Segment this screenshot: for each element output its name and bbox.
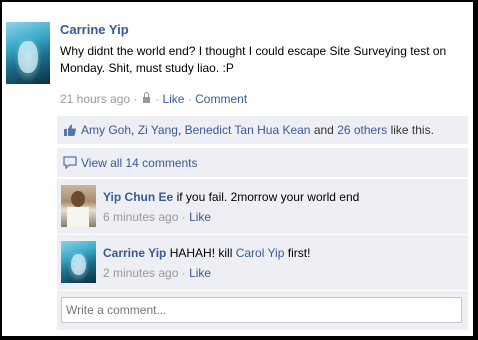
post-text: Why didnt the world end? I thought I cou… xyxy=(60,44,447,75)
like-link[interactable]: Like xyxy=(162,92,184,106)
meta-separator: · xyxy=(133,92,138,106)
privacy-lock-icon[interactable] xyxy=(142,92,150,103)
post-timestamp[interactable]: 21 hours ago xyxy=(60,92,130,106)
comment-link[interactable]: Comment xyxy=(195,92,247,106)
meta-separator: · xyxy=(187,92,192,106)
write-comment-input[interactable] xyxy=(61,297,462,323)
view-all-comments-row[interactable]: View all 14 comments xyxy=(57,147,468,177)
comment-text: first! xyxy=(284,246,311,260)
facebook-post: Carrine Yip Why didnt the world end? I t… xyxy=(1,1,474,337)
comment-like-link[interactable]: Like xyxy=(189,266,211,280)
comment-bubble-icon xyxy=(63,156,77,169)
liker-link[interactable]: Amy Goh xyxy=(81,123,131,137)
post-author-avatar[interactable] xyxy=(6,22,50,84)
commenter-avatar[interactable] xyxy=(61,185,96,227)
comment-item: Yip Chun Ee if you fail. 2morrow your wo… xyxy=(57,178,468,234)
comment-text: if you fail. 2morrow your world end xyxy=(173,190,360,204)
comment-timestamp[interactable]: 2 minutes ago xyxy=(103,266,178,280)
commenter-name[interactable]: Yip Chun Ee xyxy=(103,190,173,204)
liker-link[interactable]: Benedict Tan Hua Kean xyxy=(185,123,311,137)
comment-meta: 6 minutes ago · Like xyxy=(103,210,212,224)
comment-meta: 2 minutes ago · Like xyxy=(103,266,212,280)
thumbs-up-icon xyxy=(64,124,76,136)
likes-summary: Amy Goh, Zi Yang, Benedict Tan Hua Kean … xyxy=(57,116,468,144)
view-all-comments-link[interactable]: View all 14 comments xyxy=(81,156,198,170)
meta-separator: · xyxy=(155,92,160,106)
commenter-name[interactable]: Carrine Yip xyxy=(103,246,166,260)
comment-like-link[interactable]: Like xyxy=(189,210,211,224)
commenter-avatar[interactable] xyxy=(61,241,96,283)
mention-link[interactable]: Carol Yip xyxy=(236,246,285,260)
comment-item: Carrine Yip HAHAH! kill Carol Yip first!… xyxy=(57,234,468,290)
post-author-name[interactable]: Carrine Yip xyxy=(60,22,129,37)
others-link[interactable]: 26 others xyxy=(337,123,387,137)
liker-link[interactable]: Zi Yang xyxy=(138,123,178,137)
write-comment-row xyxy=(57,290,468,330)
post-meta: 21 hours ago · · Like · Comment xyxy=(60,92,247,106)
comment-timestamp[interactable]: 6 minutes ago xyxy=(103,210,178,224)
comment-text: HAHAH! kill xyxy=(166,246,236,260)
